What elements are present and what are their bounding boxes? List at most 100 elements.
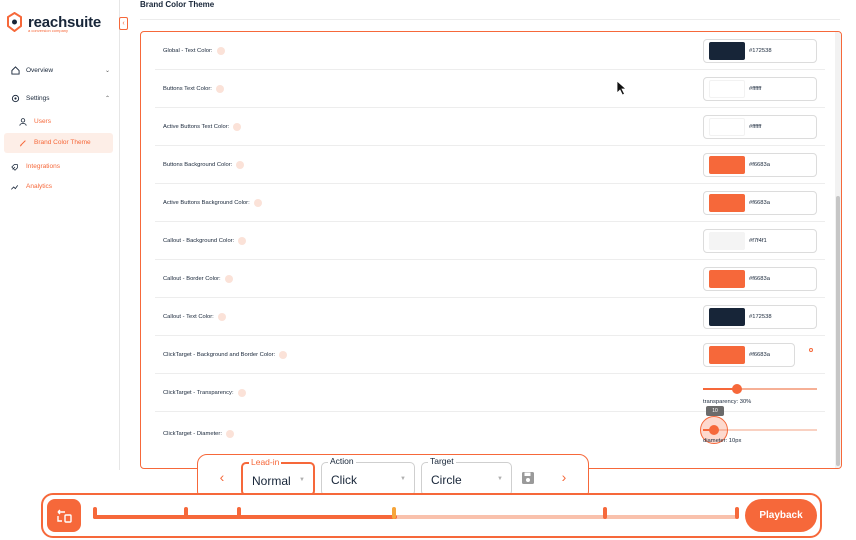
save-icon[interactable] [521, 471, 535, 485]
color-picker[interactable]: #f6683a [703, 266, 817, 291]
color-swatch[interactable] [709, 79, 745, 98]
color-picker[interactable]: #ffffff [703, 76, 817, 101]
home-icon [10, 65, 20, 75]
info-icon[interactable] [236, 160, 245, 169]
transparency-caption: transparency: 30% [703, 399, 752, 405]
hex-value[interactable]: #ffffff [749, 86, 761, 92]
info-icon[interactable] [279, 350, 288, 359]
info-icon[interactable] [238, 236, 247, 245]
color-swatch[interactable] [709, 231, 745, 250]
color-picker[interactable]: #f6683a [703, 152, 817, 177]
sidebar-item-label: Overview [26, 66, 54, 74]
sidebar-item-analytics[interactable]: Analytics [10, 182, 52, 191]
color-swatch[interactable] [709, 269, 745, 288]
slider-knob[interactable] [709, 425, 719, 435]
leadin-value: Normal [252, 474, 291, 488]
info-icon[interactable] [215, 84, 224, 93]
color-swatch[interactable] [709, 307, 745, 326]
diameter-slider[interactable] [700, 416, 817, 444]
timeline-step-marker[interactable] [237, 507, 241, 519]
row-label: ClickTarget - Diameter: [163, 431, 222, 437]
chevron-left-icon: ‹ [122, 20, 125, 27]
hex-value[interactable]: #f6683a [749, 200, 770, 206]
info-icon[interactable] [217, 312, 226, 321]
action-value: Click [331, 473, 357, 487]
hex-value[interactable]: #172538 [749, 314, 772, 320]
info-icon[interactable] [216, 46, 225, 55]
color-row-clicktarget-bg-border: ClickTarget - Background and Border Colo… [155, 336, 825, 374]
chevron-down-icon: ▼ [299, 477, 305, 483]
sidebar-item-settings[interactable]: Settings ⌃ [10, 93, 110, 103]
color-swatch[interactable] [709, 117, 745, 136]
scrollbar[interactable] [835, 32, 841, 468]
timeline-track[interactable] [93, 507, 739, 519]
color-picker[interactable]: #f7f4f1 [703, 228, 817, 253]
hex-value[interactable]: #f6683a [749, 352, 770, 358]
next-step-button[interactable]: › [556, 469, 572, 485]
timeline-step-marker[interactable] [735, 507, 739, 519]
timeline-step-marker[interactable] [93, 507, 97, 519]
row-label: Buttons Text Color: [163, 85, 212, 92]
color-row-active-buttons-text: Active Buttons Text Color: #ffffff [155, 108, 825, 146]
page-title: Brand Color Theme [140, 0, 215, 9]
timeline-step-marker[interactable] [184, 507, 188, 519]
hex-value[interactable]: #f6683a [749, 162, 770, 168]
mouse-cursor-icon [616, 80, 628, 96]
sidebar-item-label: Settings [26, 94, 50, 102]
row-label: Callout - Background Color: [163, 237, 235, 244]
hex-value[interactable]: #ffffff [749, 124, 761, 130]
color-row-buttons-text: Buttons Text Color: #ffffff [155, 70, 825, 108]
target-value: Circle [431, 473, 462, 487]
hex-value[interactable]: #f7f4f1 [749, 238, 767, 244]
color-picker[interactable]: #ffffff [703, 114, 817, 139]
color-swatch[interactable] [709, 155, 745, 174]
sidebar-collapse-button[interactable]: ‹ [119, 17, 128, 30]
divider [140, 19, 840, 20]
color-row-callout-text: Callout - Text Color: #172538 [155, 298, 825, 336]
info-icon[interactable] [253, 198, 262, 207]
sidebar-item-overview[interactable]: Overview ⌄ [10, 65, 110, 75]
info-icon[interactable] [224, 274, 233, 283]
sidebar-item-users[interactable]: Users [18, 117, 51, 126]
target-select[interactable]: Target Circle ▼ [421, 456, 512, 496]
chevron-up-icon: ⌃ [104, 95, 110, 102]
timeline-step-marker[interactable] [603, 507, 607, 519]
action-select[interactable]: Action Click ▼ [321, 456, 415, 496]
brush-icon [18, 138, 27, 147]
info-icon[interactable] [233, 122, 242, 131]
transparency-slider[interactable] [703, 384, 817, 394]
color-row-callout-background: Callout - Background Color: #f7f4f1 [155, 222, 825, 260]
color-row-active-buttons-background: Active Buttons Background Color: #f6683a [155, 184, 825, 222]
chevron-down-icon: ▼ [400, 476, 406, 482]
color-picker[interactable]: #f6683a [703, 190, 817, 215]
timeline-current-marker[interactable] [392, 507, 396, 519]
color-picker[interactable]: #172538 [703, 38, 817, 63]
sidebar-item-brand-color-theme[interactable]: Brand Color Theme [18, 138, 91, 147]
playback-button[interactable]: Playback [745, 499, 817, 532]
chevron-right-icon: › [561, 469, 567, 485]
color-swatch[interactable] [709, 41, 745, 60]
leadin-legend: Lead-in [249, 457, 282, 467]
slider-knob[interactable] [732, 384, 742, 394]
logo-mark-icon [6, 11, 23, 33]
info-icon[interactable] [237, 388, 246, 397]
prev-step-button[interactable]: ‹ [214, 469, 230, 485]
color-picker[interactable]: #f6683a [703, 342, 795, 367]
sidebar-item-integrations[interactable]: Integrations [10, 162, 60, 171]
leadin-select[interactable]: Lead-in Normal ▼ [241, 457, 315, 496]
color-swatch[interactable] [709, 345, 745, 364]
changed-indicator-icon [809, 348, 813, 352]
hex-value[interactable]: #f6683a [749, 276, 770, 282]
color-picker[interactable]: #172538 [703, 304, 817, 329]
brand-color-panel: Global - Text Color: #172538 Buttons Tex… [140, 31, 842, 469]
action-legend: Action [328, 456, 356, 466]
color-swatch[interactable] [709, 193, 745, 212]
sidebar-item-label: Users [34, 118, 51, 125]
info-icon[interactable] [225, 430, 234, 438]
sidebar-item-label: Brand Color Theme [34, 139, 91, 146]
layout-switch-button[interactable] [47, 499, 81, 532]
scrollbar-thumb[interactable] [836, 196, 840, 466]
chevron-down-icon: ⌄ [104, 67, 110, 74]
hex-value[interactable]: #172538 [749, 48, 772, 54]
sidebar-item-label: Analytics [26, 183, 53, 190]
